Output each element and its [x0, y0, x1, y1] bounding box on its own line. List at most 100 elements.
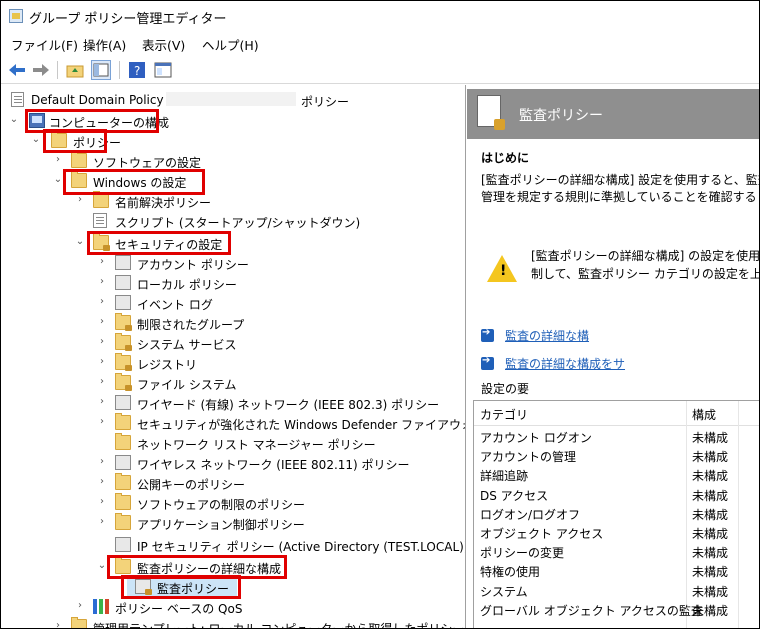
menu-help[interactable]: ヘルプ(H): [202, 35, 259, 54]
column-header-category[interactable]: カテゴリ: [480, 406, 528, 423]
row-config: 未構成: [692, 469, 729, 483]
tree-item-account-policies[interactable]: › アカウント ポリシー: [1, 253, 461, 273]
warning-exclamation-icon: !: [500, 263, 507, 279]
row-category: アカウントの管理: [480, 450, 577, 464]
tree-item-policy-based-qos[interactable]: › ポリシー ベースの QoS: [1, 597, 461, 617]
svg-text:?: ?: [134, 64, 140, 78]
tree-item-public-key-policies[interactable]: › 公開キーのポリシー: [1, 473, 461, 493]
tree-item-file-system[interactable]: › ファイル システム: [1, 373, 461, 393]
expanded-chevron-icon[interactable]: ⌄: [97, 561, 107, 571]
intro-line-2: 管理を規定する規則に準拠していることを確認する: [481, 190, 757, 204]
collapsed-chevron-icon[interactable]: ›: [97, 497, 107, 507]
tree-item-system-services[interactable]: › システム サービス: [1, 333, 461, 353]
row-config: 未構成: [692, 585, 729, 599]
folder-icon: [93, 191, 109, 208]
folder-icon: [115, 413, 131, 430]
link-arrow-icon: [481, 327, 494, 342]
collapsed-chevron-icon[interactable]: ›: [97, 457, 107, 467]
security-folder-icon: [115, 353, 132, 371]
policy-icon: [115, 255, 131, 270]
intro-heading: はじめに: [481, 151, 530, 165]
redacted-region: [166, 92, 296, 106]
collapsed-chevron-icon[interactable]: ›: [97, 337, 107, 347]
tree-item-scripts[interactable]: スクリプト (スタートアップ/シャットダウン): [1, 211, 461, 231]
row-category: システム: [480, 585, 528, 599]
tree-pane: Default Domain Policy ポリシー ⌄ コンピューターの構成 …: [1, 85, 466, 628]
row-category: グローバル オブジェクト アクセスの監査: [480, 604, 703, 618]
tree-item-software-settings[interactable]: › ソフトウェアの設定: [1, 151, 461, 171]
row-category: ポリシーの変更: [480, 546, 565, 560]
expanded-chevron-icon[interactable]: ⌄: [31, 135, 41, 145]
collapsed-chevron-icon[interactable]: ›: [97, 397, 107, 407]
window-title: グループ ポリシー管理エディター: [29, 12, 227, 27]
row-config: 未構成: [692, 489, 729, 503]
menu-file[interactable]: ファイル(F): [11, 35, 78, 54]
collapsed-chevron-icon[interactable]: ›: [97, 297, 107, 307]
collapsed-chevron-icon[interactable]: ›: [97, 257, 107, 267]
tree-item-local-policies[interactable]: › ローカル ポリシー: [1, 273, 461, 293]
row-config: 未構成: [692, 604, 729, 618]
details-header-title: 監査ポリシー: [519, 108, 603, 124]
up-folder-icon[interactable]: [65, 60, 85, 80]
help-icon[interactable]: ?: [127, 60, 147, 80]
wireless-network-icon: [115, 455, 131, 470]
expanded-chevron-icon[interactable]: ⌄: [53, 175, 63, 185]
menu-view[interactable]: 表示(V): [142, 35, 185, 54]
column-divider[interactable]: [738, 401, 739, 628]
highlight-box: [121, 575, 241, 599]
expanded-chevron-icon[interactable]: ⌄: [9, 115, 19, 125]
qos-chart-icon: [93, 599, 109, 614]
collapsed-chevron-icon[interactable]: ›: [75, 195, 85, 205]
advanced-audit-link-2[interactable]: 監査の詳細な構成をサ: [505, 355, 625, 372]
tree-item-defender-firewall[interactable]: › セキュリティが強化された Windows Defender ファイアウォール: [1, 413, 465, 433]
collapsed-chevron-icon[interactable]: ›: [97, 477, 107, 487]
tree-item-label: ポリシー ベースの QoS: [115, 602, 243, 616]
tree-item-wired-network-policies[interactable]: › ワイヤード (有線) ネットワーク (IEEE 802.3) ポリシー: [1, 393, 461, 413]
column-header-config[interactable]: 構成: [692, 406, 716, 423]
expanded-chevron-icon[interactable]: ⌄: [75, 237, 85, 247]
tree-item-label: IP セキュリティ ポリシー (Active Directory (TEST.L…: [137, 540, 466, 554]
collapsed-chevron-icon[interactable]: ›: [97, 317, 107, 327]
folder-icon: [115, 473, 131, 490]
tree-item-ip-security-policies[interactable]: IP セキュリティ ポリシー (Active Directory (TEST.L…: [1, 535, 465, 555]
tree-item-restricted-groups[interactable]: › 制限されたグループ: [1, 313, 461, 333]
tree-item-label: アプリケーション制御ポリシー: [137, 518, 305, 532]
tree-item-network-list-manager[interactable]: ネットワーク リスト マネージャー ポリシー: [1, 433, 461, 453]
tree-item-label: スクリプト (スタートアップ/シャットダウン): [115, 216, 361, 230]
tree-item-label: レジストリ: [137, 358, 198, 372]
tree-item-software-restriction-policies[interactable]: › ソフトウェアの制限のポリシー: [1, 493, 461, 513]
menu-action[interactable]: 操作(A): [83, 35, 126, 54]
security-folder-icon: [115, 333, 132, 351]
security-folder-icon: [115, 313, 132, 331]
collapsed-chevron-icon[interactable]: ›: [97, 277, 107, 287]
collapsed-chevron-icon[interactable]: ›: [75, 601, 85, 611]
collapsed-chevron-icon[interactable]: ›: [53, 155, 63, 165]
row-category: ログオン/ログオフ: [480, 508, 581, 522]
details-pane: 監査ポリシー はじめに [監査ポリシーの詳細な構成] 設定を使用すると、監査 管…: [467, 85, 759, 628]
tree-item-label: ワイヤレス ネットワーク (IEEE 802.11) ポリシー: [137, 458, 410, 472]
details-header: 監査ポリシー: [467, 89, 759, 139]
show-hide-tree-icon[interactable]: [91, 60, 111, 80]
advanced-audit-link-1[interactable]: 監査の詳細な構: [505, 327, 589, 344]
collapsed-chevron-icon[interactable]: ›: [53, 621, 63, 629]
collapsed-chevron-icon[interactable]: ›: [97, 357, 107, 367]
tree-item-administrative-templates[interactable]: › 管理用テンプレート: ローカル コンピューターから取得したポリシー定義 (A…: [1, 617, 465, 629]
collapsed-chevron-icon[interactable]: ›: [97, 377, 107, 387]
tree-item-event-log[interactable]: › イベント ログ: [1, 293, 461, 313]
back-icon[interactable]: [7, 60, 27, 80]
tree-root[interactable]: Default Domain Policy ポリシー: [1, 91, 461, 111]
folder-icon: [115, 513, 131, 530]
column-divider[interactable]: [686, 401, 687, 628]
collapsed-chevron-icon[interactable]: ›: [97, 417, 107, 427]
collapsed-chevron-icon[interactable]: ›: [97, 517, 107, 527]
properties-icon[interactable]: [153, 60, 173, 80]
tree-item-application-control-policies[interactable]: › アプリケーション制御ポリシー: [1, 513, 461, 533]
tree-item-label: アカウント ポリシー: [137, 258, 249, 272]
forward-icon[interactable]: [31, 60, 51, 80]
tree-item-registry[interactable]: › レジストリ: [1, 353, 461, 373]
tree-item-label: セキュリティが強化された Windows Defender ファイアウォール: [137, 418, 466, 432]
tree-item-label: 管理用テンプレート: ローカル コンピューターから取得したポリシー定義 (ADN: [93, 620, 465, 628]
tree-item-wireless-network-policies[interactable]: › ワイヤレス ネットワーク (IEEE 802.11) ポリシー: [1, 453, 461, 473]
intro-line-1: [監査ポリシーの詳細な構成] 設定を使用すると、監査: [481, 173, 759, 187]
tree-item-security-settings[interactable]: ⌄ セキュリティの設定: [1, 233, 461, 253]
